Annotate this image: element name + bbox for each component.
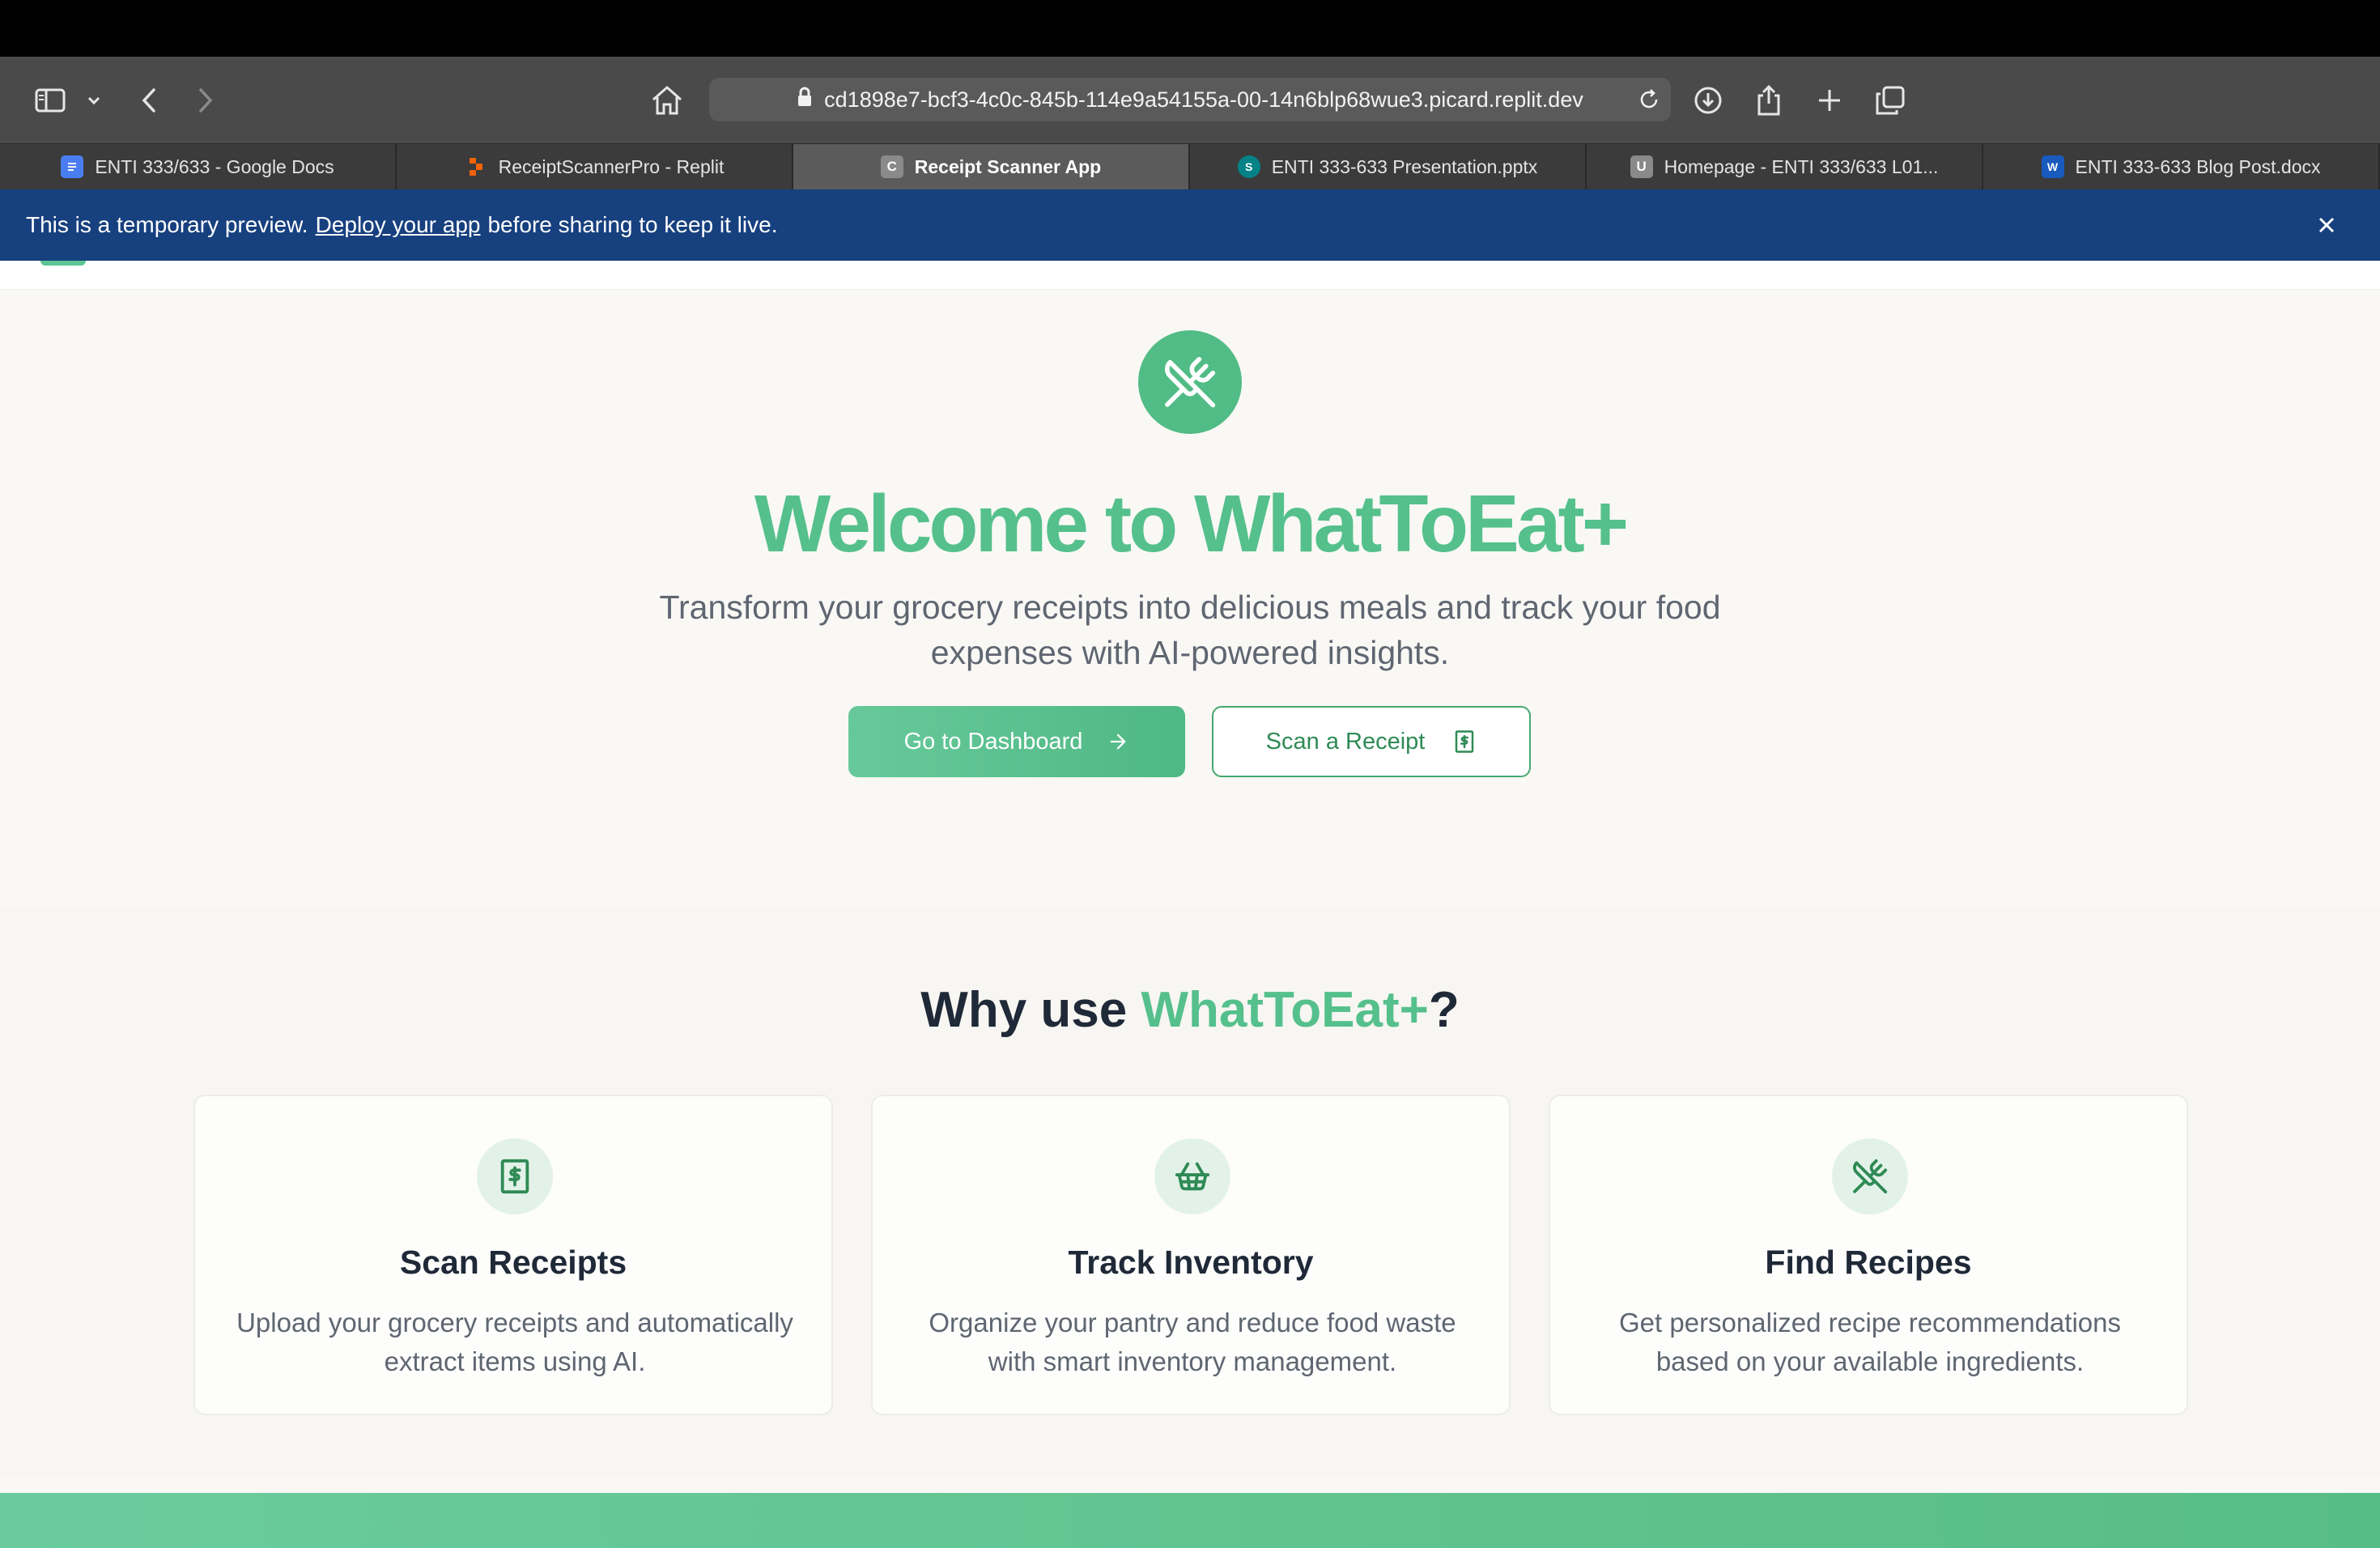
- button-label: Go to Dashboard: [903, 728, 1083, 755]
- receipt-icon: [477, 1138, 553, 1214]
- feature-title: Track Inventory: [1068, 1244, 1314, 1281]
- tab-presentation[interactable]: S ENTI 333-633 Presentation.pptx: [1190, 143, 1587, 189]
- tab-favicon-letter: U: [1630, 155, 1653, 178]
- download-icon[interactable]: [1692, 57, 1724, 143]
- cta-band: [0, 1493, 2380, 1548]
- scan-receipt-button[interactable]: Scan a Receipt: [1212, 706, 1531, 777]
- feature-description: Get personalized recipe recommendations …: [1619, 1308, 2121, 1376]
- utensils-crossed-icon: [1832, 1138, 1908, 1214]
- hero-title: Welcome to WhatToEat+: [754, 478, 1629, 569]
- preview-banner: This is a temporary preview. Deploy your…: [0, 189, 2380, 261]
- feature-title: Scan Receipts: [399, 1244, 627, 1281]
- google-docs-icon: [61, 155, 84, 178]
- go-to-dashboard-button[interactable]: Go to Dashboard: [848, 706, 1185, 777]
- app-logo[interactable]: [40, 261, 86, 266]
- feature-card-inventory: Track Inventory Organize your pantry and…: [871, 1095, 1511, 1415]
- feature-description: Organize your pantry and reduce food was…: [929, 1308, 1456, 1376]
- share-icon[interactable]: [1753, 57, 1785, 143]
- button-label: Scan a Receipt: [1265, 728, 1426, 755]
- screen-top-bar: [0, 0, 2380, 57]
- sidebar-icon[interactable]: [31, 57, 70, 143]
- app-header: [0, 261, 2380, 290]
- why-title-suffix: ?: [1428, 982, 1460, 1038]
- tab-bar: ENTI 333/633 - Google Docs ReceiptScanne…: [0, 143, 2380, 189]
- tab-blog-post[interactable]: W ENTI 333-633 Blog Post.docx: [1983, 143, 2380, 189]
- chevron-down-icon[interactable]: [83, 57, 105, 143]
- close-icon[interactable]: [2312, 211, 2341, 240]
- arrow-right-icon: [1107, 730, 1129, 753]
- banner-text-before: This is a temporary preview.: [26, 212, 308, 237]
- lock-icon: [797, 87, 813, 113]
- tab-receipt-scanner[interactable]: C Receipt Scanner App: [793, 143, 1190, 189]
- why-title-brand: WhatToEat+: [1141, 982, 1429, 1038]
- feature-title: Find Recipes: [1765, 1244, 1972, 1281]
- hero-subtitle: Transform your grocery receipts into del…: [659, 589, 1721, 671]
- back-icon[interactable]: [134, 57, 164, 143]
- why-title: Why use WhatToEat+?: [0, 981, 2380, 1039]
- feature-card-scan: Scan Receipts Upload your grocery receip…: [193, 1095, 833, 1415]
- address-bar[interactable]: cd1898e7-bcf3-4c0c-845b-114e9a54155a-00-…: [709, 78, 1671, 121]
- tab-google-docs[interactable]: ENTI 333/633 - Google Docs: [0, 143, 397, 189]
- tab-overview-icon[interactable]: [1873, 57, 1907, 143]
- url-text: cd1898e7-bcf3-4c0c-845b-114e9a54155a-00-…: [824, 87, 1583, 112]
- utensils-crossed-icon: [1138, 330, 1242, 434]
- app-page: Welcome to WhatToEat+ Transform your gro…: [0, 261, 2380, 1548]
- shopping-basket-icon: [1154, 1138, 1230, 1214]
- reload-icon[interactable]: [1637, 87, 1661, 117]
- replit-icon: [465, 155, 487, 178]
- tab-label: ENTI 333/633 - Google Docs: [95, 155, 334, 177]
- tab-label: Receipt Scanner App: [914, 155, 1102, 177]
- tab-label: ENTI 333-633 Presentation.pptx: [1271, 155, 1538, 177]
- tab-label: ReceiptScannerPro - Replit: [498, 155, 725, 177]
- tab-replit[interactable]: ReceiptScannerPro - Replit: [397, 143, 793, 189]
- new-tab-icon[interactable]: [1813, 57, 1846, 143]
- tab-label: Homepage - ENTI 333/633 L01...: [1664, 155, 1939, 177]
- word-icon: W: [2041, 155, 2064, 178]
- sharepoint-icon: S: [1237, 155, 1260, 178]
- why-title-prefix: Why use: [920, 982, 1141, 1038]
- receipt-icon: [1452, 729, 1477, 754]
- tab-homepage[interactable]: U Homepage - ENTI 333/633 L01...: [1587, 143, 1983, 189]
- tab-favicon-letter: C: [880, 155, 903, 178]
- tab-label: ENTI 333-633 Blog Post.docx: [2075, 155, 2321, 177]
- forward-icon[interactable]: [191, 57, 220, 143]
- banner-text-after: before sharing to keep it live.: [487, 212, 778, 237]
- deploy-app-link[interactable]: Deploy your app: [316, 212, 481, 238]
- home-icon[interactable]: [649, 57, 685, 143]
- feature-card-recipes: Find Recipes Get personalized recipe rec…: [1549, 1095, 2188, 1415]
- feature-description: Upload your grocery receipts and automat…: [236, 1308, 793, 1376]
